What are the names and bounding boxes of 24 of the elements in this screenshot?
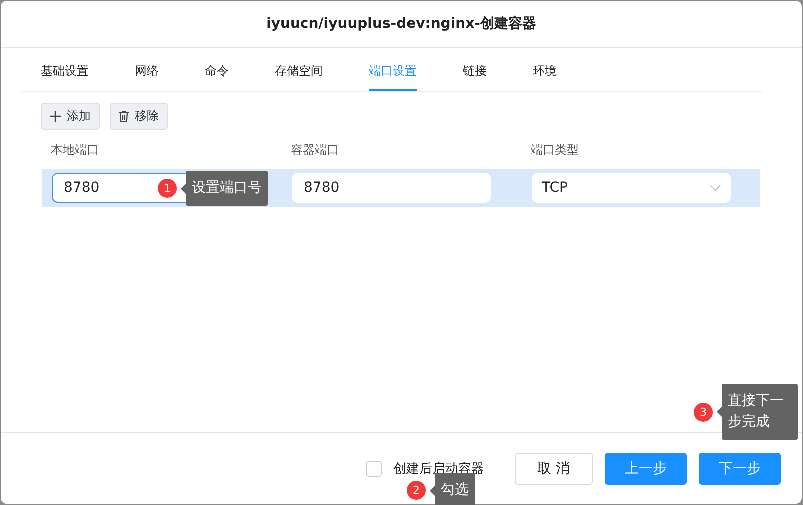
tab[interactable]: 存储空间 [275, 57, 323, 91]
tab[interactable]: 环境 [533, 57, 557, 91]
trash-icon [119, 111, 129, 122]
hint-tooltip: 勾选 [430, 473, 475, 505]
step-badge: 3 [694, 402, 713, 422]
remove-button[interactable]: 移除 [110, 103, 168, 130]
hint-tooltip: 直接下一步完成 [717, 384, 798, 440]
dialog-title: iyuucn/iyuuplus-dev:nginx-创建容器 [266, 15, 536, 33]
tab[interactable]: 命令 [205, 57, 229, 91]
chevron-down-icon [710, 184, 721, 192]
column-header: 容器端口 [291, 142, 340, 159]
tab[interactable]: 基础设置 [41, 57, 89, 91]
plus-icon [50, 111, 61, 122]
step-badge: 2 [407, 481, 426, 500]
column-header: 端口类型 [531, 142, 580, 159]
checkbox[interactable] [366, 460, 382, 476]
hint-tooltip: 设置端口号 [181, 171, 268, 206]
column-header: 本地端口 [51, 142, 100, 159]
tab[interactable]: 网络 [135, 57, 159, 91]
tab[interactable]: 链接 [463, 57, 487, 91]
container-port-field[interactable]: 8780 [292, 173, 491, 203]
port-type-select[interactable]: TCP [532, 173, 731, 203]
cancel-button[interactable]: 取 消 [514, 452, 593, 484]
add-button[interactable]: 添加 [41, 103, 100, 130]
